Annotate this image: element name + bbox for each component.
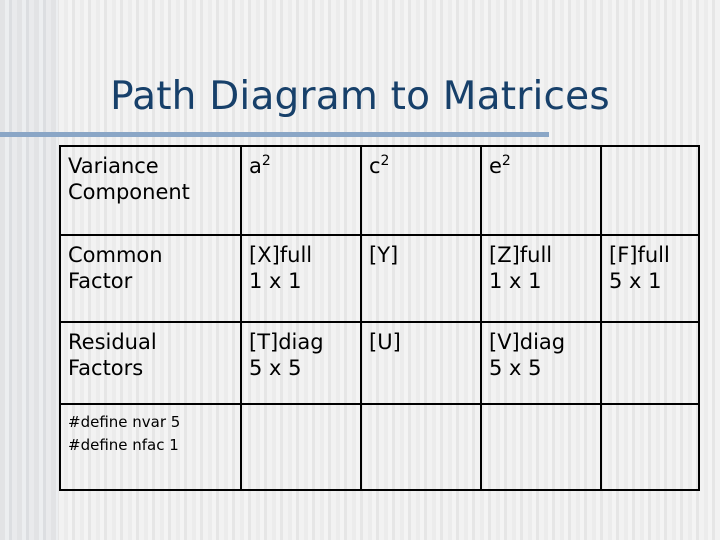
cell-common-c: [Y] <box>360 234 482 323</box>
cell-define-a <box>240 403 362 491</box>
row1-label-line1: Residual <box>68 330 157 354</box>
header-a-base: a <box>249 154 262 178</box>
row1-a-line1: [T]diag <box>249 330 324 354</box>
cell-define-e <box>480 403 602 491</box>
table-row: #define nvar 5 #define nfac 1 <box>59 403 700 491</box>
row0-label-line2: Factor <box>68 269 133 293</box>
row-label-common-factor: Common Factor <box>59 234 242 323</box>
header-cell-c-squared: c2 <box>360 145 482 236</box>
header-c-exponent: 2 <box>380 153 390 169</box>
header-label-line2: Component <box>68 180 190 204</box>
header-cell-e-squared: e2 <box>480 145 602 236</box>
path-diagram-matrix-table: Variance Component a2 c2 e2 Common Facto… <box>59 145 700 491</box>
row1-c-line1: [U] <box>369 330 401 354</box>
header-cell-extra <box>600 145 700 236</box>
row-label-residual-factors: Residual Factors <box>59 321 242 405</box>
header-e-base: e <box>489 154 502 178</box>
header-e-exponent: 2 <box>501 153 511 169</box>
row0-label-line1: Common <box>68 243 163 267</box>
row1-a-line2: 5 x 5 <box>249 356 302 380</box>
row1-label-line2: Factors <box>68 356 144 380</box>
table-header-row: Variance Component a2 c2 e2 <box>59 145 700 236</box>
row0-e-line1: [Z]full <box>489 243 553 267</box>
header-label-line1: Variance <box>68 154 159 178</box>
header-a-squared: a2 <box>249 153 360 179</box>
slide-canvas: Path Diagram to Matrices Variance Compon… <box>0 0 720 540</box>
row0-a-line2: 1 x 1 <box>249 269 302 293</box>
define-nvar-line: #define nvar 5 <box>68 413 181 431</box>
cell-residual-c: [U] <box>360 321 482 405</box>
header-c-base: c <box>369 154 381 178</box>
table-row: Common Factor [X]full 1 x 1 [Y] [Z]full … <box>59 234 700 323</box>
cell-common-a: [X]full 1 x 1 <box>240 234 362 323</box>
row0-a-line1: [X]full <box>249 243 313 267</box>
row0-e-line2: 1 x 1 <box>489 269 542 293</box>
row1-e-line2: 5 x 5 <box>489 356 542 380</box>
cell-define-directives: #define nvar 5 #define nfac 1 <box>59 403 242 491</box>
cell-common-e: [Z]full 1 x 1 <box>480 234 602 323</box>
header-c-squared: c2 <box>369 153 480 179</box>
cell-common-extra: [F]full 5 x 1 <box>600 234 700 323</box>
cell-define-c <box>360 403 482 491</box>
header-cell-variance-component: Variance Component <box>59 145 242 236</box>
define-nfac-line: #define nfac 1 <box>68 436 179 454</box>
cell-residual-e: [V]diag 5 x 5 <box>480 321 602 405</box>
page-title: Path Diagram to Matrices <box>110 74 610 119</box>
row0-c-line1: [Y] <box>369 243 399 267</box>
table-row: Residual Factors [T]diag 5 x 5 [U] [V]di… <box>59 321 700 405</box>
header-a-exponent: 2 <box>261 153 271 169</box>
header-e-squared: e2 <box>489 153 600 179</box>
row0-extra-line2: 5 x 1 <box>609 269 662 293</box>
row0-extra-line1: [F]full <box>609 243 670 267</box>
row1-e-line1: [V]diag <box>489 330 566 354</box>
cell-residual-a: [T]diag 5 x 5 <box>240 321 362 405</box>
cell-define-extra <box>600 403 700 491</box>
cell-residual-extra <box>600 321 700 405</box>
title-underline-rule <box>0 132 549 137</box>
header-cell-a-squared: a2 <box>240 145 362 236</box>
